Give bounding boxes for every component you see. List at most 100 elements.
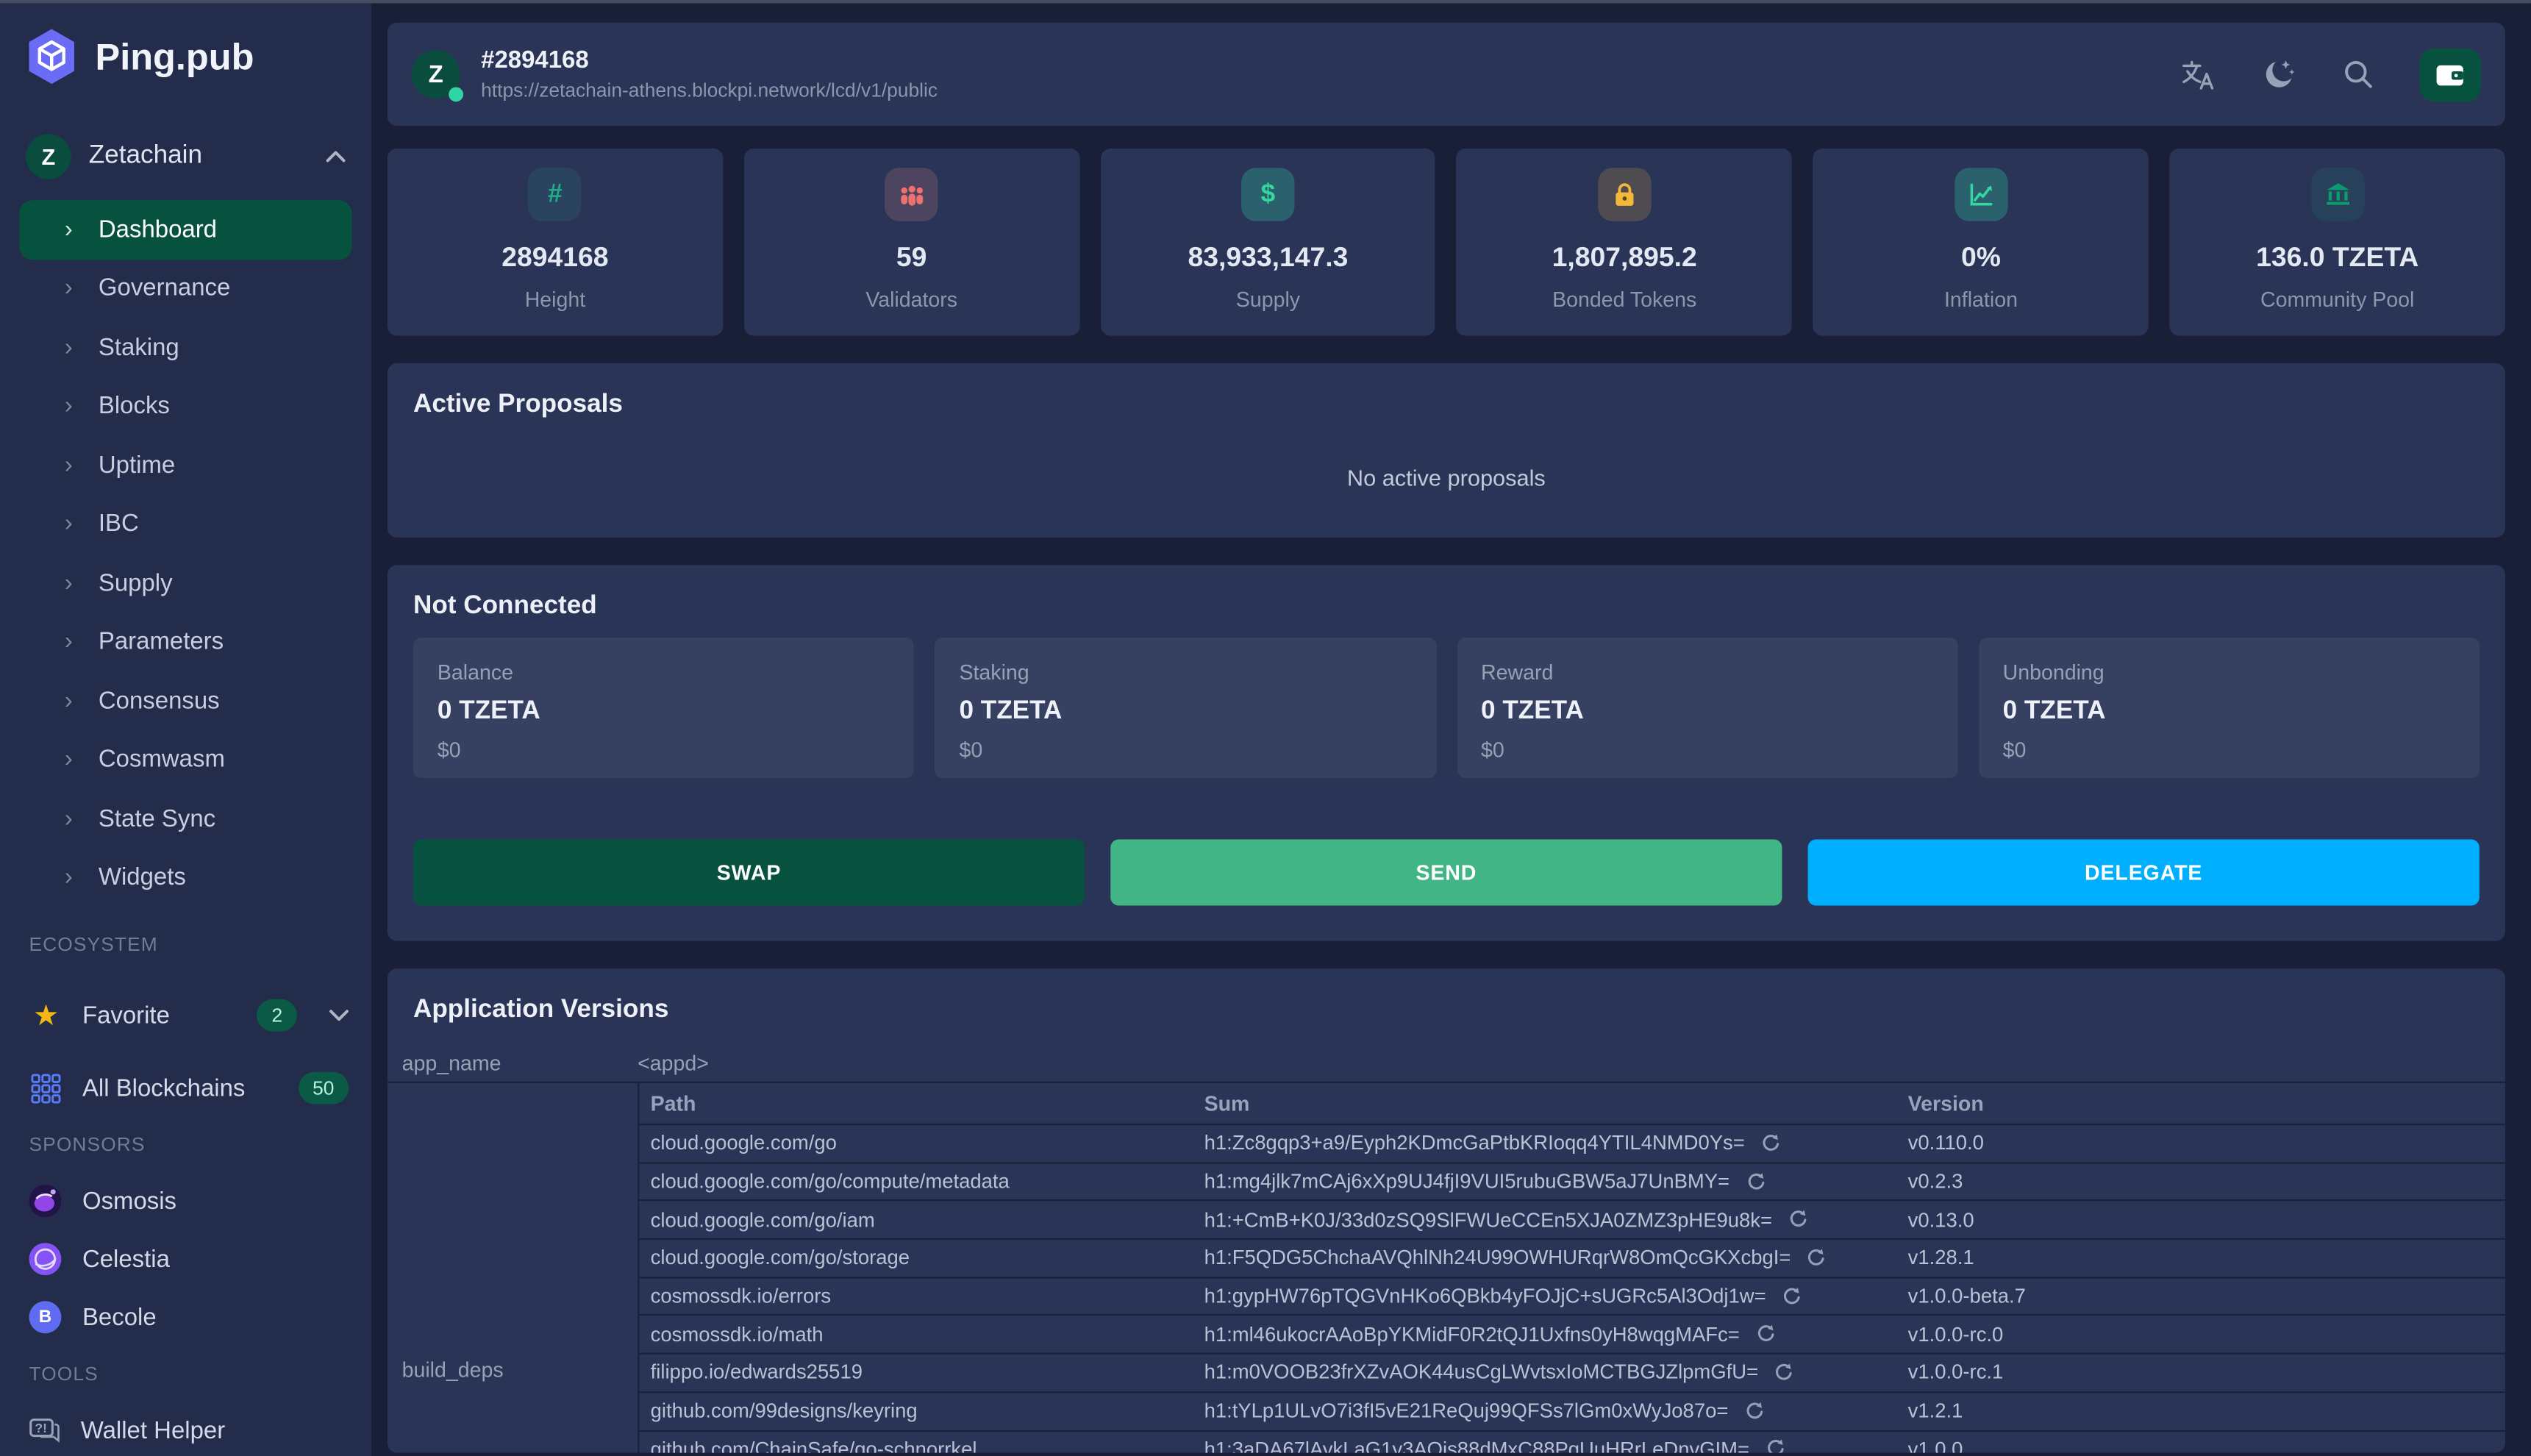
refresh-icon[interactable] <box>1773 1363 1794 1384</box>
stat-card-bonded-tokens: 1,807,895.2 Bonded Tokens <box>1457 148 1793 336</box>
delegate-button[interactable]: DELEGATE <box>1807 839 2480 906</box>
chevron-right-icon: › <box>64 274 73 303</box>
sidebar-item-consensus[interactable]: › Consensus <box>19 671 351 730</box>
sidebar-item-ibc[interactable]: › IBC <box>19 495 351 554</box>
endpoint-selector[interactable]: #2894168 https://zetachain-athens.blockp… <box>481 45 938 103</box>
translate-icon[interactable] <box>2179 56 2216 93</box>
sidebar-item-state-sync[interactable]: › State Sync <box>19 789 351 848</box>
hash-icon: # <box>528 168 582 221</box>
grid-icon <box>29 1073 63 1104</box>
wallet-icon <box>2434 59 2466 90</box>
stat-value: 0% <box>1961 242 2001 273</box>
refresh-icon[interactable] <box>1744 1171 1766 1193</box>
wallet-card-label: Staking <box>959 660 1029 685</box>
chevron-right-icon: › <box>64 333 73 362</box>
lock-icon <box>1597 168 1652 221</box>
search-icon[interactable] <box>2341 57 2376 92</box>
build-deps-block: build_deps Path Sum Version cloud.google… <box>388 1082 2505 1453</box>
stat-value: 2894168 <box>501 242 609 273</box>
sidebar-item-supply[interactable]: › Supply <box>19 554 351 613</box>
reward-card: Reward 0 TZETA $0 <box>1457 638 1958 779</box>
dep-path: cloud.google.com/go <box>650 1132 837 1155</box>
active-proposals-section: Active Proposals No active proposals <box>387 363 2505 538</box>
wallet-card-usd: $0 <box>1481 738 1504 763</box>
table-header-row: Path Sum Version <box>639 1083 2505 1126</box>
sidebar-item-favorite[interactable]: ★ Favorite 2 <box>29 983 349 1048</box>
sidebar-item-parameters[interactable]: › Parameters <box>19 613 351 671</box>
refresh-icon[interactable] <box>1787 1210 1808 1231</box>
ecosystem-heading: ECOSYSTEM <box>29 932 158 956</box>
refresh-icon[interactable] <box>1743 1401 1764 1422</box>
dep-sum: h1:tYLp1ULvO7i3fI5vE21ReQuj99QFSs7lGm0xW… <box>1204 1399 1729 1423</box>
table-row: cosmossdk.io/errors h1:gypHW76pTQGVnHKo6… <box>639 1278 2505 1317</box>
table-row: github.com/99designs/keyring h1:tYLp1ULv… <box>639 1393 2505 1432</box>
dep-version: v1.2.1 <box>1907 1399 1963 1423</box>
chain-selector[interactable]: Z Zetachain <box>26 134 346 179</box>
sponsor-becole[interactable]: B Becole <box>29 1288 349 1346</box>
section-title: Application Versions <box>413 996 669 1024</box>
chain-name: Zetachain <box>88 142 202 170</box>
dep-sum: h1:gypHW76pTQGVnHKo6QBkb4yFOJjC+sUGRc5Al… <box>1204 1285 1766 1308</box>
dep-sum: h1:m0VOOB23frXZvAOK44usCgLWvtsxIoMCTBGJZ… <box>1204 1361 1759 1385</box>
favorite-count-badge: 2 <box>257 999 297 1032</box>
refresh-icon[interactable] <box>1805 1248 1827 1269</box>
dep-sum: h1:mg4jlk7mCAj6xXp9UJ4fjI9VUI5rubuGBW5aJ… <box>1204 1170 1730 1193</box>
wallet-cards: Balance 0 TZETA $0 Staking 0 TZETA $0 Re… <box>413 638 2480 779</box>
stat-label: Bonded Tokens <box>1552 287 1697 312</box>
sidebar: Ping.pub Z Zetachain › Dashboard › Gover… <box>0 0 371 1456</box>
swap-button[interactable]: SWAP <box>413 839 1085 906</box>
wallet-card-usd: $0 <box>2002 738 2027 763</box>
celestia-icon <box>29 1243 62 1276</box>
unbonding-card: Unbonding 0 TZETA $0 <box>1978 638 2480 779</box>
dep-version: v1.28.1 <box>1907 1246 1974 1270</box>
refresh-icon[interactable] <box>1754 1324 1776 1346</box>
send-button[interactable]: SEND <box>1110 839 1782 906</box>
wallet-section: Not Connected Balance 0 TZETA $0 Staking… <box>387 565 2505 941</box>
table-row: filippo.io/edwards25519 h1:m0VOOB23frXZv… <box>639 1355 2505 1393</box>
moon-icon[interactable] <box>2260 56 2296 93</box>
refresh-icon[interactable] <box>1764 1439 1785 1453</box>
stat-card-validators: 59 Validators <box>743 148 1079 336</box>
sidebar-item-governance[interactable]: › Governance <box>19 259 351 318</box>
dep-path: cloud.google.com/go/compute/metadata <box>650 1170 1010 1193</box>
sidebar-item-uptime[interactable]: › Uptime <box>19 436 351 495</box>
refresh-icon[interactable] <box>1780 1286 1802 1307</box>
sidebar-item-cosmwasm[interactable]: › Cosmwasm <box>19 730 351 789</box>
becole-icon: B <box>29 1301 62 1334</box>
dep-sum: h1:F5QDG5ChchaAVQhlNh24U99OWHURqrW8OmQcG… <box>1204 1246 1791 1270</box>
wallet-card-label: Reward <box>1481 660 1554 685</box>
sponsor-celestia[interactable]: Celestia <box>29 1230 349 1288</box>
table-row: cloud.google.com/go/storage h1:F5QDG5Chc… <box>639 1240 2505 1279</box>
dep-sum: h1:Zc8gqp3+a9/Eyph2KDmcGaPtbKRIoqq4YTIL4… <box>1204 1132 1745 1155</box>
dep-path: cloud.google.com/go/iam <box>650 1208 875 1232</box>
stat-card-supply: $ 83,933,147.3 Supply <box>1100 148 1436 336</box>
wallet-card-label: Unbonding <box>2002 660 2105 685</box>
sidebar-item-all-blockchains[interactable]: All Blockchains 50 <box>29 1056 349 1121</box>
sponsor-osmosis[interactable]: Osmosis <box>29 1172 349 1230</box>
sidebar-item-wallet-helper[interactable]: ?! Wallet Helper <box>29 1401 349 1456</box>
osmosis-icon <box>29 1185 62 1218</box>
dep-path: cosmossdk.io/errors <box>650 1285 832 1308</box>
refresh-icon[interactable] <box>1760 1133 1781 1155</box>
stat-label: Supply <box>1235 287 1301 312</box>
sidebar-item-label: Supply <box>98 569 173 597</box>
main-content: Z #2894168 https://zetachain-athens.bloc… <box>371 0 2531 1456</box>
chevron-right-icon: › <box>64 628 73 656</box>
sidebar-item-widgets[interactable]: › Widgets <box>19 849 351 907</box>
sidebar-item-label: Parameters <box>98 628 224 656</box>
stats-row: # 2894168 Height 59 Validators $ 83,933,… <box>387 148 2505 336</box>
sidebar-item-staking[interactable]: › Staking <box>19 318 351 377</box>
application-versions-section: Application Versions app_name <appd> bui… <box>387 968 2505 1453</box>
sidebar-item-label: Consensus <box>98 687 220 715</box>
chevron-right-icon: › <box>64 687 73 715</box>
sidebar-item-blocks[interactable]: › Blocks <box>19 377 351 436</box>
no-proposals-text: No active proposals <box>1346 465 1546 491</box>
sidebar-item-dashboard[interactable]: › Dashboard <box>19 200 352 260</box>
app-logo[interactable]: Ping.pub <box>0 0 371 85</box>
block-height: #2894168 <box>481 46 589 74</box>
chevron-right-icon: › <box>64 804 73 833</box>
tool-label: Wallet Helper <box>80 1416 226 1444</box>
window-top-border <box>0 0 2531 4</box>
app-title: Ping.pub <box>95 35 254 77</box>
connect-wallet-button[interactable] <box>2419 47 2481 101</box>
